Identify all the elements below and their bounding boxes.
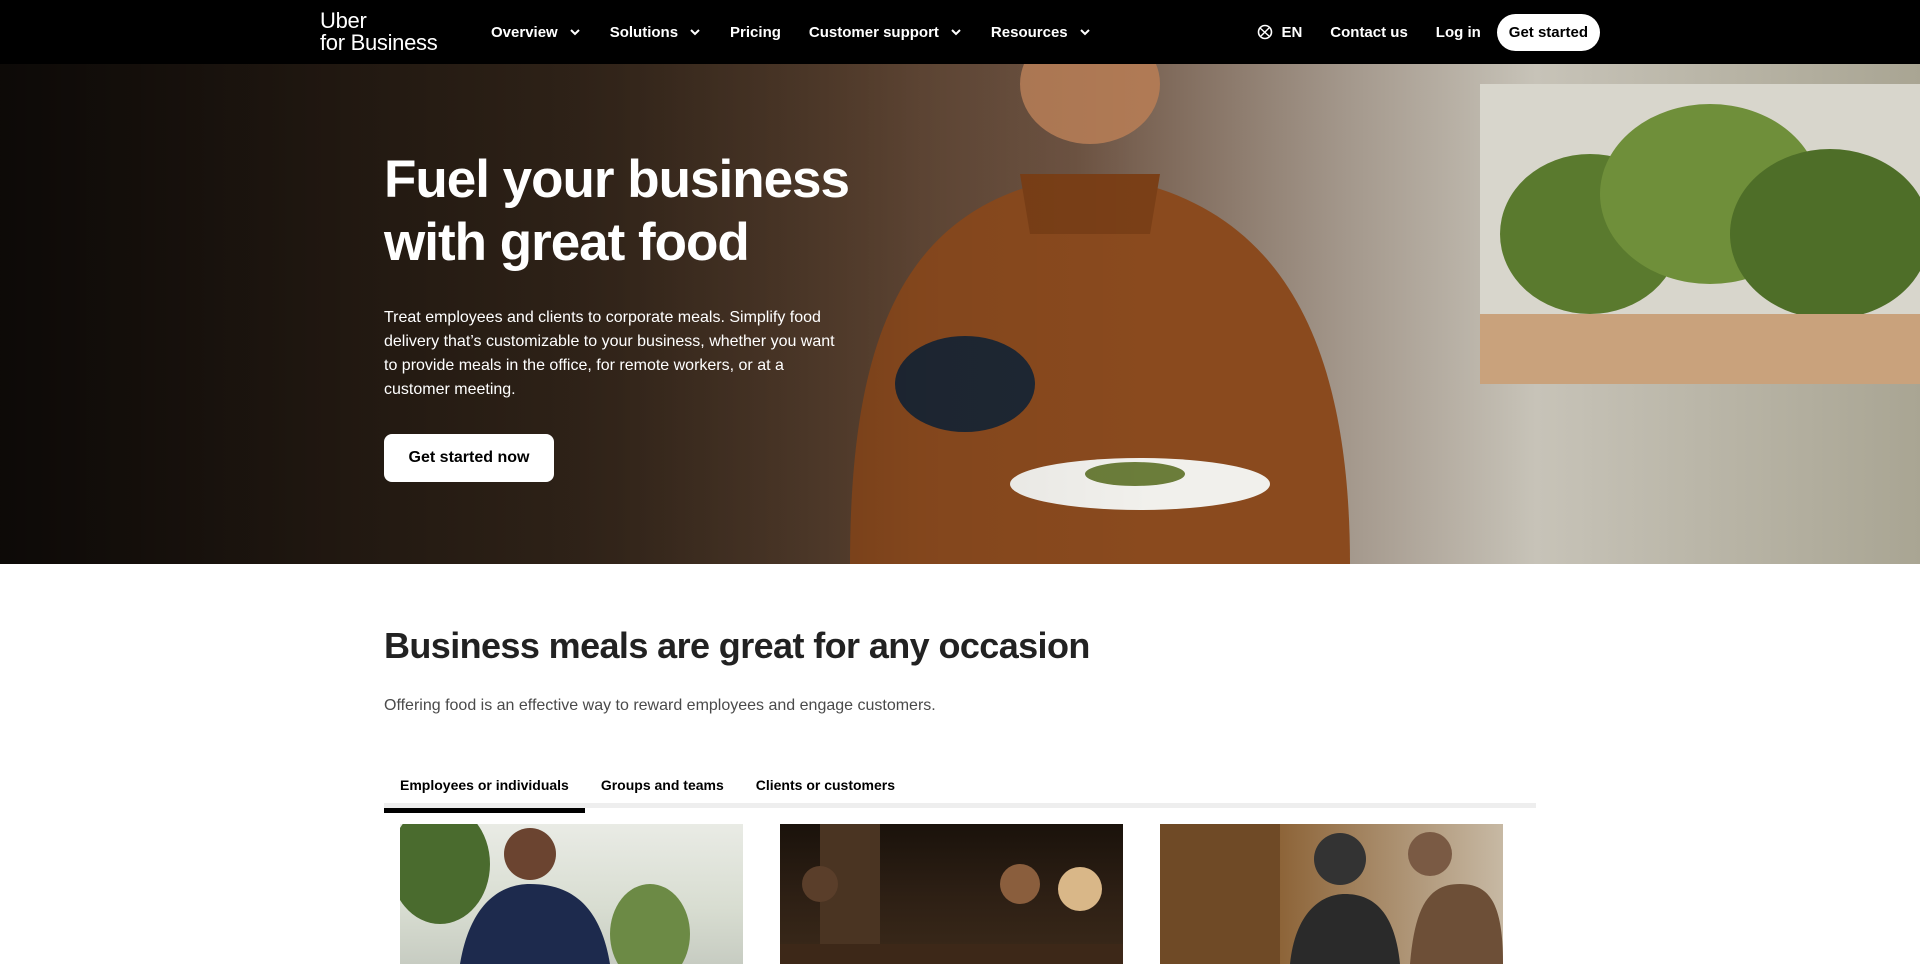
card-image-employee[interactable] <box>400 824 743 964</box>
chevron-down-icon <box>690 29 700 36</box>
occasion-tabs: Employees or individuals Groups and team… <box>384 762 1536 813</box>
brand-line-1: Uber <box>320 8 367 33</box>
get-started-now-button[interactable]: Get started now <box>384 434 554 482</box>
section-description: Offering food is an effective way to rew… <box>384 697 936 714</box>
nav-item-label: Overview <box>491 23 558 41</box>
hero-title: Fuel your business with great food <box>384 150 850 272</box>
nav-links: Overview Solutions Pricing Customer supp… <box>477 0 1106 64</box>
group-photo <box>780 824 1123 964</box>
nav-item-label: Customer support <box>808 23 939 41</box>
nav-item-solutions[interactable]: Solutions <box>596 12 716 52</box>
contact-us-link[interactable]: Contact us <box>1316 24 1422 41</box>
nav-item-pricing[interactable]: Pricing <box>716 12 795 52</box>
tab-clients-or-customers[interactable]: Clients or customers <box>740 762 911 808</box>
brand-logo[interactable]: Uber for Business <box>320 8 438 55</box>
chevron-down-icon <box>570 29 580 36</box>
brand-line-2: for Business <box>320 30 438 55</box>
nav-item-label: Resources <box>990 23 1068 41</box>
log-in-link[interactable]: Log in <box>1422 24 1495 41</box>
card-image-client[interactable] <box>1160 824 1503 964</box>
section-title: Business meals are great for any occasio… <box>384 625 1090 666</box>
language-selector[interactable]: EN <box>1243 24 1316 41</box>
hero-description: Treat employees and clients to corporate… <box>384 309 835 398</box>
occasion-cards <box>400 824 1503 964</box>
get-started-button[interactable]: Get started <box>1496 13 1600 51</box>
client-photo <box>1160 824 1503 964</box>
nav-item-overview[interactable]: Overview <box>477 12 596 52</box>
chevron-down-icon <box>1079 29 1090 36</box>
tab-groups-and-teams[interactable]: Groups and teams <box>585 762 740 808</box>
language-label: EN <box>1281 23 1303 41</box>
tab-employees-or-individuals[interactable]: Employees or individuals <box>384 762 585 813</box>
globe-icon <box>1258 24 1273 40</box>
nav-item-resources[interactable]: Resources <box>977 12 1106 52</box>
hero-overlay <box>0 64 1920 564</box>
nav-item-label: Solutions <box>609 23 679 41</box>
chevron-down-icon <box>951 29 961 36</box>
top-nav: Uber for Business Overview Solutions Pri… <box>0 0 1920 64</box>
employee-photo <box>400 824 690 964</box>
card-image-group[interactable] <box>780 824 1123 964</box>
nav-item-label: Pricing <box>730 23 781 41</box>
nav-item-customer-support[interactable]: Customer support <box>795 12 977 52</box>
hero-banner: Fuel your business with great food Treat… <box>0 64 1920 564</box>
nav-right: EN Contact us Log in Get started <box>1243 0 1600 64</box>
